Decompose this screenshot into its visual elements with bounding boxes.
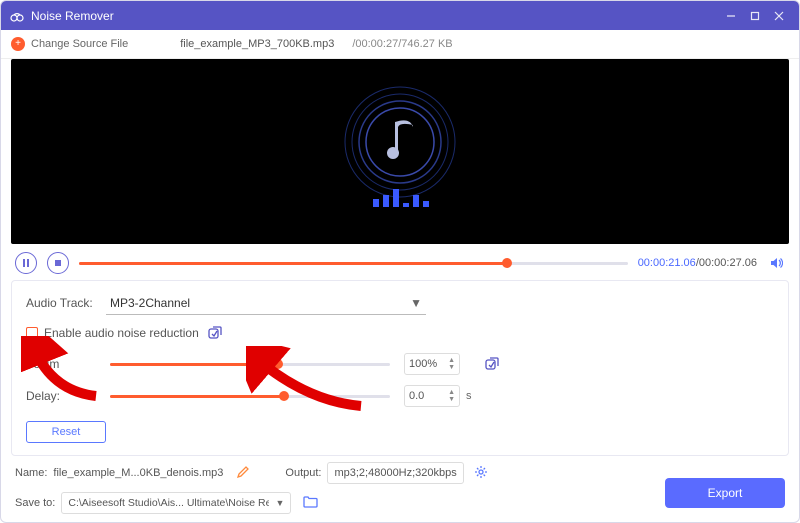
app-logo-icon <box>9 8 25 24</box>
chevron-down-icon: ▼ <box>410 296 422 310</box>
plus-icon: + <box>11 37 25 51</box>
export-button[interactable]: Export <box>665 478 785 508</box>
delay-row: Delay: 0.0▲▼ s <box>26 385 774 407</box>
audio-track-value: MP3-2Channel <box>110 296 190 310</box>
output-settings-icon[interactable] <box>474 465 488 482</box>
audio-track-select[interactable]: MP3-2Channel ▼ <box>106 291 426 315</box>
app-window: Noise Remover + Change Source File file_… <box>0 0 800 523</box>
titlebar: Noise Remover <box>1 1 799 30</box>
edit-name-icon[interactable] <box>237 466 249 481</box>
save-to-value: C:\Aiseesoft Studio\Ais... Ultimate\Nois… <box>68 497 269 509</box>
music-visualizer-icon <box>315 67 485 237</box>
maximize-button[interactable] <box>743 6 767 26</box>
volume-row: Volum 100%▲▼ <box>26 353 774 375</box>
volume-value-input[interactable]: 100%▲▼ <box>404 353 460 375</box>
file-stats: /00:00:27/746.27 KB <box>352 38 452 50</box>
save-to-select[interactable]: C:\Aiseesoft Studio\Ais... Ultimate\Nois… <box>61 492 291 514</box>
change-source-label: Change Source File <box>31 38 128 50</box>
delay-spinner[interactable]: ▲▼ <box>448 389 455 403</box>
timecode: 00:00:21.06/00:00:27.06 <box>638 257 757 269</box>
audio-track-row: Audio Track: MP3-2Channel ▼ <box>26 291 774 315</box>
reset-button[interactable]: Reset <box>26 421 106 443</box>
stop-button[interactable] <box>47 252 69 274</box>
volume-label: Volum <box>26 357 106 371</box>
settings-panel: Audio Track: MP3-2Channel ▼ Enable audio… <box>11 280 789 456</box>
preview-area <box>11 59 789 244</box>
delay-slider[interactable] <box>110 388 390 404</box>
current-time: 00:00:21.06 <box>638 257 696 269</box>
chevron-down-icon: ▼ <box>275 498 284 508</box>
enable-noise-row: Enable audio noise reduction <box>26 325 774 341</box>
output-format: mp3;2;48000Hz;320kbps <box>327 462 463 484</box>
transport-bar: 00:00:21.06/00:00:27.06 <box>1 244 799 280</box>
enable-noise-label: Enable audio noise reduction <box>44 326 199 340</box>
total-time: 00:00:27.06 <box>699 257 757 269</box>
volume-spinner[interactable]: ▲▼ <box>448 357 455 371</box>
enable-noise-checkbox[interactable] <box>26 327 38 339</box>
filebar: + Change Source File file_example_MP3_70… <box>1 30 799 59</box>
save-to-label: Save to: <box>15 497 55 509</box>
compare-icon[interactable] <box>207 325 223 341</box>
output-label: Output: <box>285 467 321 479</box>
delay-unit: s <box>466 390 476 402</box>
volume-slider[interactable] <box>110 356 390 372</box>
volume-compare-icon[interactable] <box>484 356 500 372</box>
audio-track-label: Audio Track: <box>26 296 106 310</box>
app-title: Noise Remover <box>31 9 719 23</box>
seek-slider[interactable] <box>79 255 628 271</box>
pause-button[interactable] <box>15 252 37 274</box>
open-folder-icon[interactable] <box>303 495 318 511</box>
change-source-button[interactable]: + Change Source File <box>11 37 128 51</box>
delay-label: Delay: <box>26 389 106 403</box>
delay-value-input[interactable]: 0.0▲▼ <box>404 385 460 407</box>
close-button[interactable] <box>767 6 791 26</box>
minimize-button[interactable] <box>719 6 743 26</box>
output-name: file_example_M...0KB_denois.mp3 <box>53 467 223 479</box>
current-filename: file_example_MP3_700KB.mp3 <box>180 38 334 50</box>
speaker-icon[interactable] <box>767 256 785 270</box>
name-label: Name: <box>15 467 47 479</box>
